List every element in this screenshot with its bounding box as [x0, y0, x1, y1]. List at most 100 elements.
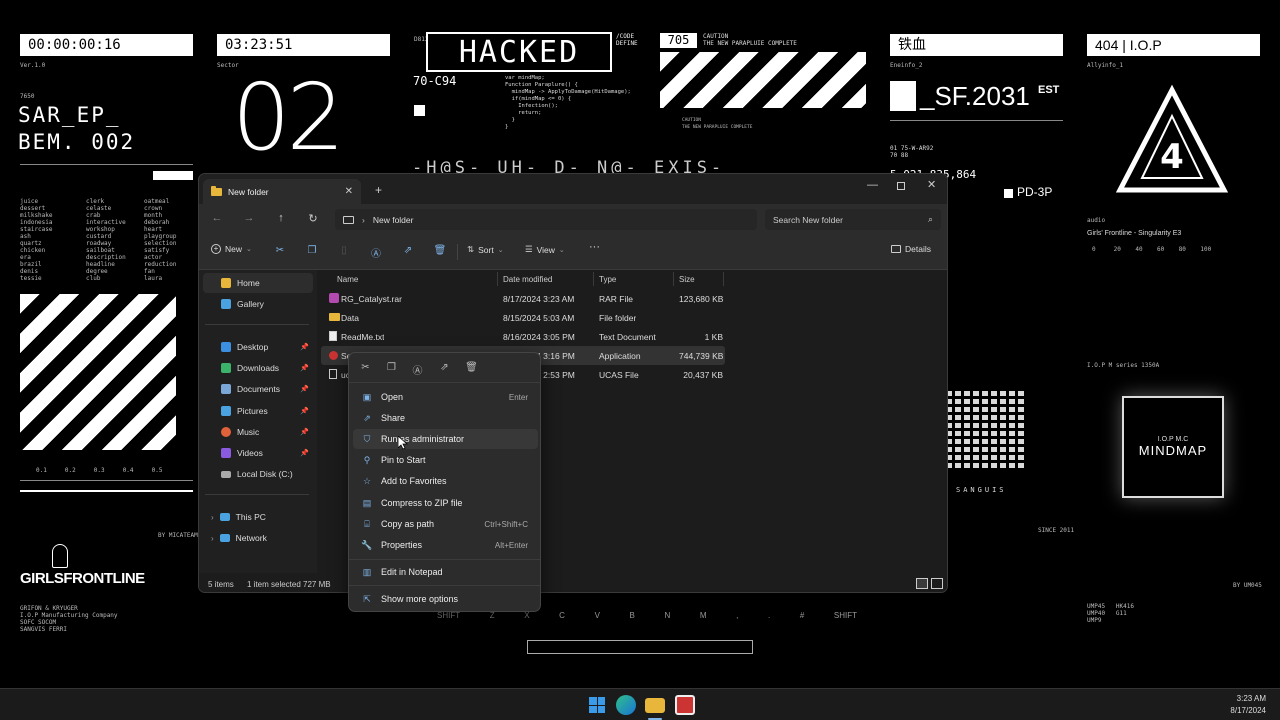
rename-icon[interactable]: Ⓐ [411, 362, 424, 377]
search-input[interactable]: Search New folder ⌕ [765, 209, 941, 230]
sort-button[interactable]: ⇅ Sort ⌄ [467, 244, 504, 255]
caution-small: CAUTION THE NEW PARAPLUIE COMPLETE [682, 118, 753, 130]
file-date: 8/17/2024 3:23 AM [503, 294, 575, 304]
menu-item-edit-in-notepad[interactable]: ▥ Edit in Notepad [353, 562, 538, 582]
column-label: Name [337, 274, 359, 284]
tab-new-folder[interactable]: New folder ✕ [203, 179, 361, 204]
details-button[interactable]: Details [891, 244, 931, 254]
menu-item-open[interactable]: ▣ Open Enter [353, 387, 538, 407]
new-tab-button[interactable]: + [375, 183, 382, 197]
menu-item-run-as-administrator[interactable]: ⛉ Run as administrator [353, 429, 538, 449]
pin-icon[interactable]: 📌 [300, 364, 309, 372]
maximize-button[interactable] [897, 182, 905, 190]
system-clock[interactable]: 3:23 AM 8/17/2024 [1230, 693, 1266, 717]
sidebar-item-desktop[interactable]: Desktop 📌 [203, 337, 313, 357]
column-separator[interactable] [497, 272, 498, 286]
sidebar-label: Videos [237, 448, 263, 458]
forward-button[interactable]: → [241, 212, 257, 224]
delete-icon[interactable]: 🗑 [465, 362, 478, 375]
pin-icon[interactable]: 📌 [300, 343, 309, 351]
pin-icon[interactable]: 📌 [300, 428, 309, 436]
mindmap-chip: I.O.P M.C MINDMAP [1122, 396, 1224, 498]
application-icon [329, 351, 338, 360]
chevron-right-icon: › [211, 512, 214, 522]
share-icon: ⇗ [363, 413, 371, 423]
close-window-button[interactable]: ✕ [927, 178, 936, 191]
column-separator[interactable] [593, 272, 594, 286]
sidebar-label: Local Disk (C:) [237, 469, 293, 479]
pin-icon[interactable]: 📌 [300, 385, 309, 393]
start-button[interactable] [587, 695, 607, 715]
close-tab-icon[interactable]: ✕ [345, 186, 353, 197]
new-button[interactable]: + New ⌄ [211, 244, 252, 254]
delete-icon[interactable]: 🗑 [433, 245, 447, 259]
more-button[interactable]: ··· [589, 241, 600, 253]
file-date: 8/15/2024 5:03 AM [503, 313, 575, 323]
table-row[interactable]: ReadMe.txt 8/16/2024 3:05 PM Text Docume… [321, 327, 725, 346]
character-silhouette-icon [52, 544, 68, 568]
rename-icon[interactable]: Ⓐ [369, 245, 383, 260]
cut-icon[interactable]: ✂ [273, 245, 287, 259]
menu-item-compress-zip[interactable]: ▤ Compress to ZIP file [353, 493, 538, 513]
menu-item-share[interactable]: ⇗ Share [353, 408, 538, 428]
menu-shortcut: Enter [508, 392, 528, 402]
breadcrumb-item[interactable]: New folder [373, 215, 414, 225]
menu-item-pin-to-start[interactable]: ⚲ Pin to Start [353, 450, 538, 470]
menu-item-show-more-options[interactable]: ⇱ Show more options [353, 589, 538, 609]
table-row[interactable]: RG_Catalyst.rar 8/17/2024 3:23 AM RAR Fi… [321, 289, 725, 308]
sidebar-item-videos[interactable]: Videos 📌 [203, 443, 313, 463]
menu-item-copy-as-path[interactable]: ⌸ Copy as path Ctrl+Shift+C [353, 514, 538, 534]
sidebar-item-home[interactable]: Home [203, 273, 313, 293]
file-name: Data [341, 313, 359, 323]
folder-icon [211, 185, 222, 196]
cut-icon[interactable]: ✂ [359, 362, 372, 375]
table-row[interactable]: Data 8/15/2024 5:03 AM File folder [321, 308, 725, 327]
timer-2: 03:23:51 [217, 34, 390, 56]
sidebar-item-documents[interactable]: Documents 📌 [203, 379, 313, 399]
setup-app-icon[interactable] [675, 695, 695, 715]
copy-icon[interactable]: ❐ [385, 362, 398, 375]
share-icon[interactable]: ⇗ [438, 362, 451, 375]
sidebar-item-this-pc[interactable]: › This PC [203, 507, 313, 527]
minimize-button[interactable]: — [867, 179, 878, 191]
back-button[interactable]: ← [209, 212, 225, 224]
pin-icon[interactable]: 📌 [300, 449, 309, 457]
gallery-icon [221, 299, 231, 309]
sidebar-item-network[interactable]: › Network [203, 528, 313, 548]
breadcrumb[interactable]: › New folder [335, 209, 757, 230]
column-header-date[interactable]: Date modified [503, 270, 552, 288]
view-button[interactable]: ☰ View ⌄ [525, 244, 565, 255]
refresh-button[interactable]: ↻ [305, 212, 321, 225]
keyboard-row: SHIFT Z X C V B N M , . # SHIFT [437, 611, 857, 623]
pin-icon[interactable]: 📌 [300, 407, 309, 415]
menu-item-properties[interactable]: 🔧 Properties Alt+Enter [353, 535, 538, 555]
key: V [594, 611, 600, 620]
sidebar-item-gallery[interactable]: Gallery [203, 294, 313, 314]
file-explorer-icon[interactable] [645, 698, 665, 713]
divider [20, 164, 193, 165]
menu-item-add-to-favorites[interactable]: ☆ Add to Favorites [353, 471, 538, 491]
edge-browser-icon[interactable] [616, 695, 636, 715]
rar-file-icon [329, 293, 339, 303]
column-separator[interactable] [673, 272, 674, 286]
new-label: New [225, 244, 243, 254]
up-button[interactable]: ↑ [273, 212, 289, 224]
column-label: Size [679, 274, 695, 284]
path-icon: ⌸ [364, 519, 370, 529]
sidebar-item-music[interactable]: Music 📌 [203, 422, 313, 442]
qr-code-overlay [946, 388, 1026, 468]
tiles-view-icon[interactable] [931, 578, 943, 589]
column-header-size[interactable]: Size [679, 270, 695, 288]
paste-icon[interactable]: ▯ [337, 245, 351, 259]
share-icon[interactable]: ⇗ [401, 245, 415, 259]
details-view-icon[interactable] [916, 578, 928, 589]
details-label: Details [905, 244, 931, 254]
sidebar-item-downloads[interactable]: Downloads 📌 [203, 358, 313, 378]
column-separator[interactable] [723, 272, 724, 286]
column-header-type[interactable]: Type [599, 270, 616, 288]
sidebar-item-local-disk[interactable]: Local Disk (C:) [203, 464, 313, 484]
sidebar-item-pictures[interactable]: Pictures 📌 [203, 401, 313, 421]
key: SHIFT [437, 611, 461, 620]
copy-icon[interactable]: ❐ [305, 245, 319, 259]
column-header-name[interactable]: Name [337, 270, 358, 288]
